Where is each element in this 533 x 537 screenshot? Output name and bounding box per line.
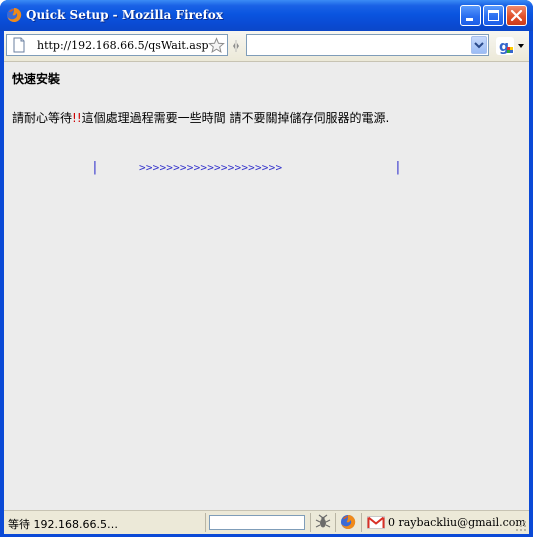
page-title: 快速安裝 <box>12 72 61 86</box>
resize-grip-icon[interactable] <box>515 520 527 532</box>
firebug-icon[interactable] <box>315 514 331 530</box>
chevron-down-icon[interactable] <box>518 44 524 48</box>
address-bar[interactable]: http://192.168.66.5/qsWait.asp <box>6 34 228 56</box>
progress-indicator: | >>>>>>>>>>>>>>>>>>>>> | <box>4 158 529 182</box>
status-divider <box>361 513 362 532</box>
window-title: Quick Setup - Mozilla Firefox <box>26 8 223 22</box>
navigation-toolbar: http://192.168.66.5/qsWait.asp g <box>4 31 529 62</box>
minimize-icon <box>466 18 473 21</box>
browser-client: http://192.168.66.5/qsWait.asp g 快速安裝 請耐… <box>4 31 529 534</box>
wait-message: 請耐心等待!!這個處理過程需要一些時間 請不要關掉儲存伺服器的電源. <box>12 109 389 126</box>
status-field[interactable] <box>209 515 305 530</box>
page-icon <box>13 37 25 53</box>
page-content: 快速安裝 請耐心等待!!這個處理過程需要一些時間 請不要關掉儲存伺服器的電源. … <box>4 62 529 510</box>
star-icon[interactable] <box>208 37 225 54</box>
message-part-1: 請耐心等待 <box>12 111 73 125</box>
browser-window: Quick Setup - Mozilla Firefox http://192… <box>0 0 533 537</box>
title-bar[interactable]: Quick Setup - Mozilla Firefox <box>0 0 533 31</box>
status-divider <box>205 513 206 532</box>
status-text: 等待 192.168.66.5… <box>8 518 118 531</box>
message-exclaim: !! <box>72 111 82 125</box>
url-text[interactable]: http://192.168.66.5/qsWait.asp <box>37 39 209 52</box>
minimize-button[interactable] <box>460 5 481 26</box>
message-part-2: 這個處理過程需要一些時間 請不要關掉儲存伺服器的電源. <box>81 111 390 125</box>
status-bar: 等待 192.168.66.5… 0 raybackliu@gmail.com <box>4 510 529 534</box>
maximize-button[interactable] <box>483 5 504 26</box>
close-icon <box>510 9 523 22</box>
chevron-down-icon <box>474 42 484 49</box>
progress-right-bracket: | <box>394 160 402 175</box>
close-button[interactable] <box>506 5 527 26</box>
firefox-icon[interactable] <box>340 514 356 530</box>
firefox-icon <box>7 7 22 22</box>
status-divider <box>335 513 336 532</box>
progress-arrows: >>>>>>>>>>>>>>>>>>>>> <box>139 161 283 174</box>
maximize-icon <box>488 10 499 21</box>
status-divider <box>310 513 311 532</box>
search-dropdown-button[interactable] <box>471 36 487 54</box>
google-icon[interactable]: g <box>496 37 514 55</box>
search-input[interactable] <box>246 34 489 56</box>
splitter-handle[interactable] <box>232 40 240 52</box>
gmail-notifier-text[interactable]: 0 raybackliu@gmail.com <box>388 516 526 529</box>
gmail-icon[interactable] <box>367 516 385 529</box>
progress-left-bracket: | <box>91 160 99 175</box>
